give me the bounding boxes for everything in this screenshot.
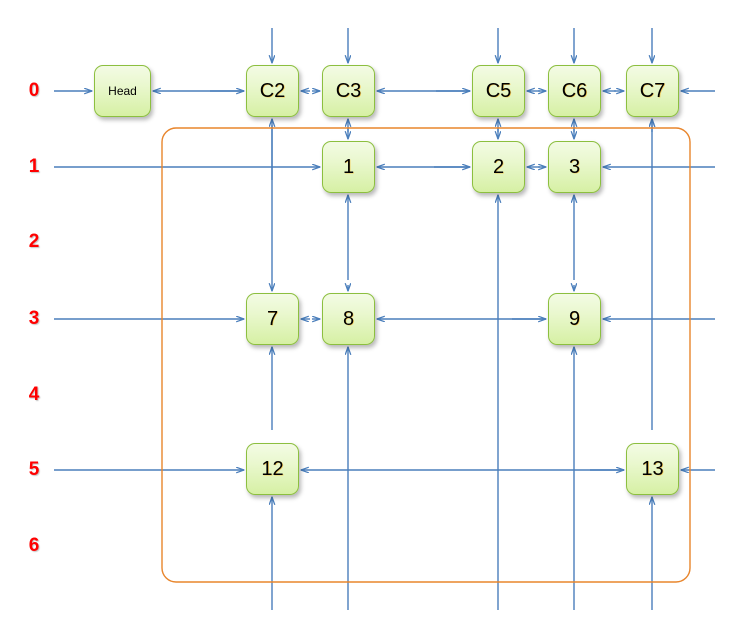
node-label: 7 [266,308,279,330]
node-8[interactable]: 8 [322,293,375,345]
node-label: C3 [335,80,362,102]
node-label: 2 [492,156,505,178]
node-label: 9 [568,308,581,330]
node-label: C7 [639,80,666,102]
row-label-4: 4 [28,384,40,405]
node-1[interactable]: 1 [322,141,375,193]
node-label: 3 [568,156,581,178]
node-9[interactable]: 9 [548,293,601,345]
node-3[interactable]: 3 [548,141,601,193]
node-label: 1 [342,156,355,178]
row-label-2: 2 [28,231,40,252]
node-label: 8 [342,308,355,330]
node-head[interactable]: Head [94,65,151,117]
node-label: 12 [261,458,284,480]
node-label: C6 [561,80,588,102]
diagram-canvas: 0 1 2 3 4 5 6 Head C2 C3 C5 C6 C7 1 2 3 … [0,0,744,638]
node-c2[interactable]: C2 [246,65,299,117]
highlight-rectangle [161,127,691,583]
node-label: C5 [485,80,512,102]
node-label: C2 [259,80,286,102]
node-label: 13 [641,458,664,480]
node-c3[interactable]: C3 [322,65,375,117]
row-label-6: 6 [28,535,40,556]
node-2[interactable]: 2 [472,141,525,193]
node-13[interactable]: 13 [626,443,679,495]
row-label-3: 3 [28,308,40,329]
node-c6[interactable]: C6 [548,65,601,117]
node-7[interactable]: 7 [246,293,299,345]
row-label-0: 0 [28,80,40,101]
node-c7[interactable]: C7 [626,65,679,117]
row-label-5: 5 [28,459,40,480]
link-arrows [54,28,715,610]
node-12[interactable]: 12 [246,443,299,495]
node-c5[interactable]: C5 [472,65,525,117]
row-label-1: 1 [28,156,40,177]
node-label: Head [108,84,137,98]
